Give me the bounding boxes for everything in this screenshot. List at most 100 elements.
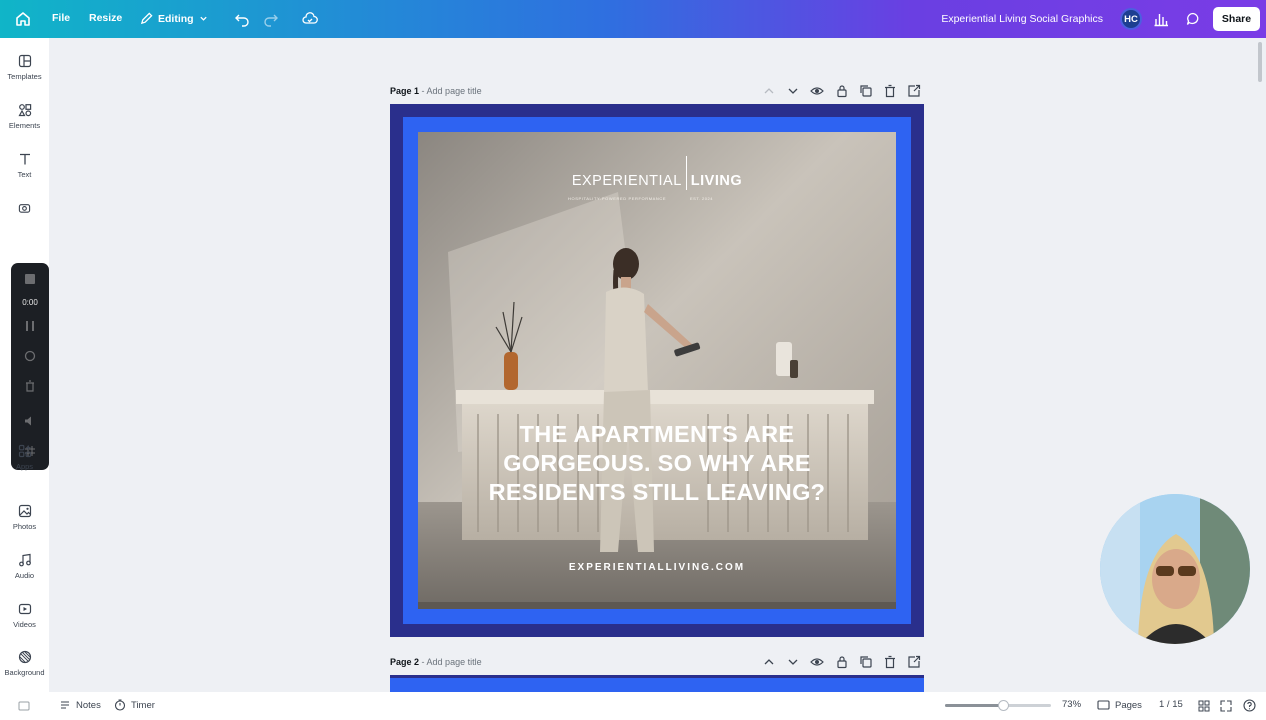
headline-text[interactable]: THE APARTMENTS ARE GORGEOUS. SO WHY ARE … <box>438 420 876 507</box>
design-page-1[interactable]: EXPERIENTIAL LIVING HOSPITALITY-POWERED P… <box>390 104 924 637</box>
photos-icon <box>18 504 31 518</box>
sidebar-item-apps[interactable]: Apps <box>0 444 49 471</box>
chevron-up-icon[interactable] <box>762 655 776 669</box>
design-page-2[interactable] <box>390 675 924 692</box>
sidebar-item-elements[interactable]: Elements <box>0 103 49 130</box>
sidebar-item-videos[interactable]: Videos <box>0 602 49 629</box>
sidebar-item-label: Templates <box>7 72 42 81</box>
lobby-photo-illustration <box>418 132 896 609</box>
lock-icon[interactable] <box>835 84 849 98</box>
document-title[interactable]: Experiential Living Social Graphics <box>941 13 1103 25</box>
hide-eye-icon[interactable] <box>810 84 824 98</box>
top-toolbar: File Resize Editing Experiential Living … <box>0 0 1266 38</box>
logo-established: EST. 2024 <box>690 196 713 201</box>
zoom-slider-fill <box>945 704 1004 707</box>
page-2-label: Page 2 - Add page title <box>390 657 482 667</box>
add-page-icon[interactable] <box>907 84 921 98</box>
notes-button[interactable]: Notes <box>59 699 101 711</box>
editing-mode-button[interactable]: Editing <box>140 12 208 25</box>
resize-button[interactable]: Resize <box>89 12 122 24</box>
page-title-input[interactable]: - Add page title <box>422 86 482 96</box>
brand-kit-icon[interactable] <box>18 201 31 214</box>
logo-word-living: LIVING <box>690 172 743 189</box>
user-avatar[interactable]: HC <box>1120 8 1142 30</box>
website-url-text[interactable]: EXPERIENTIALLIVING.COM <box>418 562 896 573</box>
zoom-slider[interactable] <box>945 700 1051 711</box>
headline-line: GORGEOUS. SO WHY ARE <box>503 450 811 476</box>
sidebar-item-audio[interactable]: Audio <box>0 553 49 580</box>
cloud-saved-icon[interactable] <box>302 11 318 27</box>
screen-recorder-panel: 0:00 <box>11 263 49 470</box>
page-title-input[interactable]: - Add page title <box>422 657 482 667</box>
brand-logo[interactable]: EXPERIENTIAL LIVING <box>418 156 896 190</box>
videos-icon <box>18 603 31 615</box>
page-number: Page 1 <box>390 86 420 96</box>
hide-eye-icon[interactable] <box>810 655 824 669</box>
sidebar-item-text[interactable]: Text <box>0 152 49 179</box>
duplicate-icon[interactable] <box>859 84 873 98</box>
page-1-label: Page 1 - Add page title <box>390 86 482 96</box>
trash-icon[interactable] <box>24 380 36 392</box>
presenter-camera-feed <box>1100 494 1250 644</box>
chevron-down-icon <box>199 16 207 21</box>
sidebar-item-templates[interactable]: Templates <box>0 54 49 81</box>
sidebar-item-label: Elements <box>8 121 41 130</box>
fullscreen-icon[interactable] <box>1220 700 1232 712</box>
recorder-time: 0:00 <box>22 298 38 307</box>
sidebar-item-label: Audio <box>14 571 35 580</box>
sidebar-item-background[interactable]: Background <box>0 650 49 677</box>
add-page-icon[interactable] <box>907 655 921 669</box>
headline-line: THE APARTMENTS ARE <box>519 421 795 447</box>
mute-icon[interactable] <box>24 415 36 427</box>
lock-icon[interactable] <box>835 655 849 669</box>
elements-icon <box>17 104 31 117</box>
trash-icon[interactable] <box>883 655 897 669</box>
chevron-down-icon[interactable] <box>786 655 800 669</box>
left-sidebar: Templates Elements Text 0:00 Apps Photos… <box>0 38 49 720</box>
notes-icon <box>61 701 69 709</box>
background-icon <box>18 650 31 664</box>
comment-icon[interactable] <box>1185 11 1201 27</box>
audio-icon <box>18 553 31 567</box>
trash-icon[interactable] <box>883 84 897 98</box>
webcam-bubble[interactable] <box>1100 494 1250 644</box>
pages-button[interactable]: Pages <box>1097 699 1142 711</box>
help-icon[interactable] <box>1243 699 1256 712</box>
restart-icon[interactable] <box>24 350 36 362</box>
redo-icon[interactable] <box>263 11 279 27</box>
sidebar-item-label: Background <box>4 668 45 677</box>
collapse-panel-icon[interactable] <box>18 700 30 712</box>
stop-icon[interactable] <box>24 273 36 285</box>
vertical-scrollbar[interactable] <box>1258 42 1262 82</box>
pages-icon <box>1097 700 1110 710</box>
logo-divider <box>685 156 687 190</box>
chevron-down-icon[interactable] <box>786 84 800 98</box>
pencil-icon <box>140 12 153 25</box>
logo-word-experiential: EXPERIENTIAL <box>571 172 682 189</box>
zoom-value[interactable]: 73% <box>1062 699 1081 710</box>
editing-label: Editing <box>158 12 194 25</box>
text-icon <box>19 153 30 165</box>
page-number: Page 2 <box>390 657 420 667</box>
sidebar-item-photos[interactable]: Photos <box>0 504 49 531</box>
logo-tagline: HOSPITALITY-POWERED PERFORMANCE <box>568 196 667 201</box>
page-counter: 1 / 15 <box>1159 699 1183 710</box>
chevron-up-icon[interactable] <box>762 84 776 98</box>
grid-view-icon[interactable] <box>1198 700 1210 712</box>
share-button[interactable]: Share <box>1213 7 1260 31</box>
sidebar-item-label: Videos <box>13 620 36 629</box>
templates-icon <box>18 54 31 68</box>
insights-chart-icon[interactable] <box>1153 11 1169 27</box>
timer-icon <box>114 699 126 711</box>
file-menu-button[interactable]: File <box>52 12 70 24</box>
home-icon[interactable] <box>14 10 32 28</box>
sidebar-item-label: Apps <box>15 462 34 471</box>
headline-line: RESIDENTS STILL LEAVING? <box>488 479 826 505</box>
pause-icon[interactable] <box>24 320 36 332</box>
duplicate-icon[interactable] <box>859 655 873 669</box>
hero-photo[interactable]: EXPERIENTIAL LIVING HOSPITALITY-POWERED P… <box>418 132 896 609</box>
notes-label: Notes <box>76 699 101 711</box>
undo-icon[interactable] <box>234 11 250 27</box>
timer-button[interactable]: Timer <box>114 699 155 711</box>
zoom-slider-handle[interactable] <box>998 700 1010 711</box>
